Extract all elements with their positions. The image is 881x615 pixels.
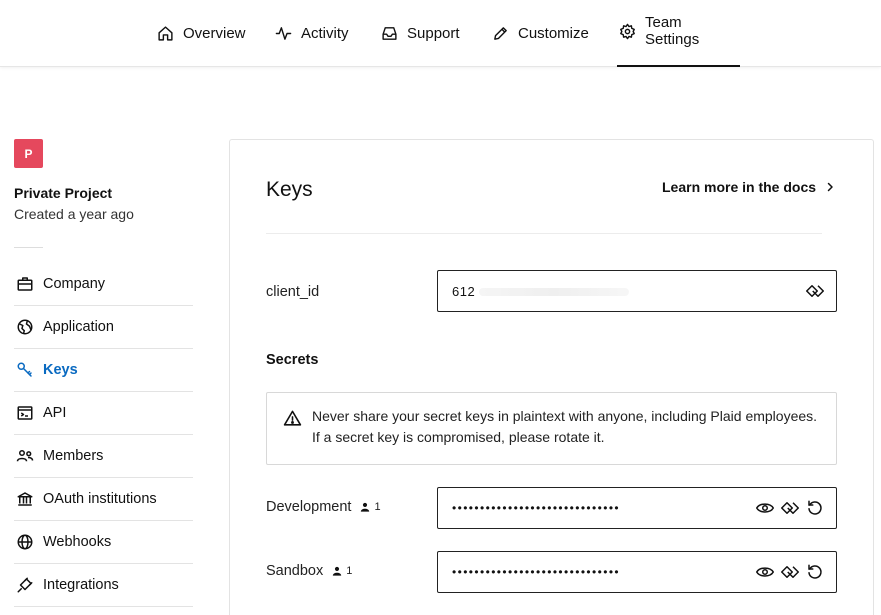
sidebar-item-label: Members — [43, 448, 104, 464]
nav-tab-label: Overview — [183, 25, 246, 42]
sidebar-item-label: Integrations — [43, 577, 119, 593]
keys-card — [229, 139, 874, 615]
reveal-button[interactable] — [756, 563, 774, 581]
bank-icon — [17, 492, 33, 506]
key-icon — [17, 362, 32, 377]
nav-tab-overview[interactable]: Overview — [157, 0, 246, 67]
member-count: 1 — [360, 501, 381, 513]
nav-tab-customize[interactable]: Customize — [492, 0, 589, 67]
web-icon — [17, 534, 33, 550]
nav-tab-label: Customize — [518, 25, 589, 42]
sidebar-item-api[interactable]: API — [14, 392, 193, 435]
client-id-label: client_id — [266, 284, 319, 300]
warning-text: Never share your secret keys in plaintex… — [312, 408, 818, 445]
copy-icon — [781, 502, 799, 514]
client-id-label-text: client_id — [266, 284, 320, 300]
pencil-icon — [494, 27, 507, 40]
sidebar-menu: Company Application Keys API Members OAu… — [14, 263, 193, 607]
sidebar-item-webhooks[interactable]: Webhooks — [14, 521, 193, 564]
chevron-right-icon — [827, 182, 833, 192]
warning-icon — [283, 410, 302, 426]
sidebar-item-label: Keys — [43, 362, 78, 378]
nav-tab-activity[interactable]: Activity — [275, 0, 349, 67]
plug-icon — [17, 577, 33, 593]
redacted-blur — [479, 288, 630, 297]
gear-icon — [620, 23, 635, 40]
globe-icon — [17, 319, 33, 335]
briefcase-icon — [17, 277, 33, 291]
sidebar-item-integrations[interactable]: Integrations — [14, 564, 193, 607]
inbox-icon — [382, 27, 397, 40]
sidebar-item-label: OAuth institutions — [43, 491, 157, 507]
copy-icon — [781, 566, 799, 578]
sandbox-secret-field[interactable]: •••••••••••••••••••••••••••••• — [437, 551, 837, 593]
sidebar-item-keys[interactable]: Keys — [14, 349, 193, 392]
top-nav: Overview Activity Support Customize Team… — [0, 0, 881, 67]
reveal-button[interactable] — [756, 499, 774, 517]
nav-tab-label: Activity — [301, 25, 349, 42]
nav-tab-support[interactable]: Support — [381, 0, 460, 67]
rotate-icon — [808, 564, 822, 579]
docs-link[interactable]: Learn more in the docs — [662, 179, 836, 195]
page-title: Keys — [266, 178, 313, 201]
member-count: 1 — [332, 565, 352, 577]
sidebar-divider — [14, 247, 43, 248]
home-icon — [158, 26, 173, 41]
copy-icon — [806, 285, 824, 297]
development-secret-field[interactable]: •••••••••••••••••••••••••••••• — [437, 487, 837, 529]
nav-tab-label: Support — [407, 25, 460, 42]
sidebar-item-label: Webhooks — [43, 534, 112, 550]
development-label-text: Development — [266, 499, 352, 515]
sandbox-label: Sandbox 1 — [266, 563, 352, 579]
sidebar-item-oauth-institutions[interactable]: OAuth institutions — [14, 478, 193, 521]
sidebar-item-label: Application — [43, 319, 114, 335]
users-icon — [16, 450, 34, 462]
development-label: Development 1 — [266, 499, 381, 515]
copy-button[interactable] — [781, 563, 799, 581]
user-icon — [361, 502, 370, 512]
nav-tab-label: Team Settings — [645, 13, 700, 48]
sidebar-item-company[interactable]: Company — [14, 263, 193, 306]
project-name: Private Project — [14, 185, 113, 201]
project-avatar: P — [14, 139, 43, 168]
terminal-icon — [17, 406, 33, 420]
client-id-field[interactable]: 612 — [437, 270, 837, 312]
client-id-value: 612 — [452, 284, 799, 299]
eye-icon — [756, 503, 774, 513]
client-id-value-text: 612 — [452, 283, 476, 299]
rotate-button[interactable] — [806, 499, 824, 517]
rotate-button[interactable] — [806, 563, 824, 581]
activity-icon — [275, 27, 292, 40]
sidebar-item-members[interactable]: Members — [14, 435, 193, 478]
member-count-value: 1 — [346, 565, 353, 577]
member-count-value: 1 — [374, 501, 381, 513]
nav-tab-team-settings[interactable]: Team Settings — [617, 0, 740, 67]
development-secret-value: •••••••••••••••••••••••••••••• — [452, 501, 621, 515]
sandbox-secret-value: •••••••••••••••••••••••••••••• — [452, 565, 621, 579]
sidebar-item-label: Company — [43, 276, 106, 292]
sandbox-label-text: Sandbox — [266, 563, 324, 579]
sidebar-item-application[interactable]: Application — [14, 306, 193, 349]
copy-button[interactable] — [781, 499, 799, 517]
card-divider — [266, 233, 822, 234]
secrets-heading: Secrets — [266, 352, 319, 368]
sidebar-item-label: API — [43, 405, 67, 421]
copy-button[interactable] — [806, 282, 824, 300]
rotate-icon — [808, 500, 822, 515]
user-icon — [333, 566, 342, 576]
eye-icon — [756, 567, 774, 577]
project-subtitle: Created a year ago — [14, 206, 134, 222]
secrets-warning: Never share your secret keys in plaintex… — [266, 392, 837, 465]
docs-link-label: Learn more in the docs — [662, 179, 817, 195]
